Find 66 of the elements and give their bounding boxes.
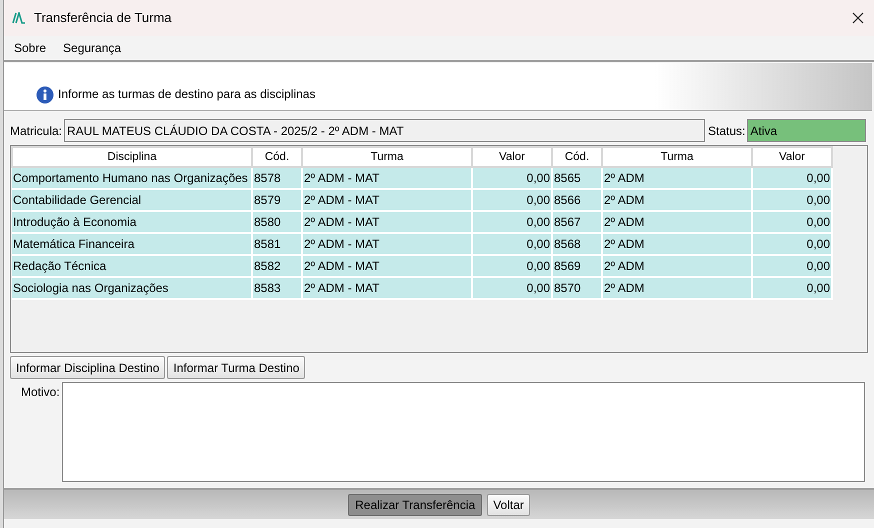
table-cell: 8583: [252, 277, 302, 299]
table-cell: 2º ADM: [602, 211, 752, 233]
table-cell: 2º ADM - MAT: [302, 167, 472, 189]
menu-item[interactable]: Segurança: [63, 39, 122, 57]
table-cell: 8567: [552, 211, 602, 233]
table-cell: Contabilidade Gerencial: [12, 189, 252, 211]
table-cell: 2º ADM - MAT: [302, 211, 472, 233]
column-header[interactable]: Disciplina: [12, 147, 252, 167]
table-cell: 8570: [552, 277, 602, 299]
footer-button[interactable]: Realizar Transferência: [348, 494, 482, 516]
action-button[interactable]: Informar Disciplina Destino: [10, 356, 166, 379]
table-cell: 2º ADM: [602, 233, 752, 255]
table-cell: Sociologia nas Organizações: [12, 277, 252, 299]
table-cell: 8569: [552, 255, 602, 277]
table-cell: 0,00: [752, 255, 832, 277]
table-cell: Introdução à Economia: [12, 211, 252, 233]
table-cell: 0,00: [472, 211, 552, 233]
info-icon: [36, 86, 54, 104]
table-cell: 2º ADM - MAT: [302, 233, 472, 255]
field-label: Matricula:: [10, 122, 62, 140]
table-cell: 2º ADM: [602, 255, 752, 277]
footer-button[interactable]: Voltar: [487, 494, 530, 516]
table-cell: 2º ADM - MAT: [302, 255, 472, 277]
table-cell: 2º ADM - MAT: [302, 189, 472, 211]
column-header[interactable]: Valor: [472, 147, 552, 167]
table-cell: 0,00: [472, 167, 552, 189]
matricula-field: RAUL MATEUS CLÁUDIO DA COSTA - 2025/2 - 2º ADM - MAT: [64, 119, 706, 142]
table-cell: 0,00: [752, 167, 832, 189]
table-cell: 0,00: [472, 255, 552, 277]
table-cell: 0,00: [752, 189, 832, 211]
table-cell: 2º ADM - MAT: [302, 277, 472, 299]
table-cell: 8565: [552, 167, 602, 189]
table-cell: 0,00: [472, 277, 552, 299]
table-cell: 8566: [552, 189, 602, 211]
table-cell: Matemática Financeira: [12, 233, 252, 255]
table-cell: 2º ADM: [602, 189, 752, 211]
table-cell: 8582: [252, 255, 302, 277]
table-cell: 0,00: [472, 233, 552, 255]
table-cell: Comportamento Humano nas Organizações: [12, 167, 252, 189]
window-title: Transferência de Turma: [34, 9, 173, 28]
column-header[interactable]: Turma: [602, 147, 752, 167]
field-label: Status:: [708, 122, 746, 140]
table-cell: 2º ADM: [602, 167, 752, 189]
menu-item[interactable]: Sobre: [14, 39, 46, 57]
table-cell: 8581: [252, 233, 302, 255]
status-field: Ativa: [747, 119, 866, 142]
info-message: Informe as turmas de destino para as disciplinas: [58, 86, 316, 103]
action-button[interactable]: Informar Turma Destino: [167, 356, 306, 379]
motivo-field[interactable]: [62, 382, 865, 482]
table-cell: Redação Técnica: [12, 255, 252, 277]
table-cell: 0,00: [752, 277, 832, 299]
table-cell: 8580: [252, 211, 302, 233]
column-header[interactable]: Valor: [752, 147, 832, 167]
table-cell: 8579: [252, 189, 302, 211]
table-cell: 0,00: [752, 233, 832, 255]
field-label: Motivo:: [21, 384, 60, 401]
table-cell: 0,00: [472, 189, 552, 211]
table-cell: 8568: [552, 233, 602, 255]
close-icon[interactable]: [852, 12, 864, 24]
column-header[interactable]: Cód.: [552, 147, 602, 167]
table-cell: 8578: [252, 167, 302, 189]
column-header[interactable]: Turma: [302, 147, 472, 167]
column-header[interactable]: Cód.: [252, 147, 302, 167]
table-cell: 0,00: [752, 211, 832, 233]
app-logo-icon: [12, 12, 26, 24]
table-cell: 2º ADM: [602, 277, 752, 299]
